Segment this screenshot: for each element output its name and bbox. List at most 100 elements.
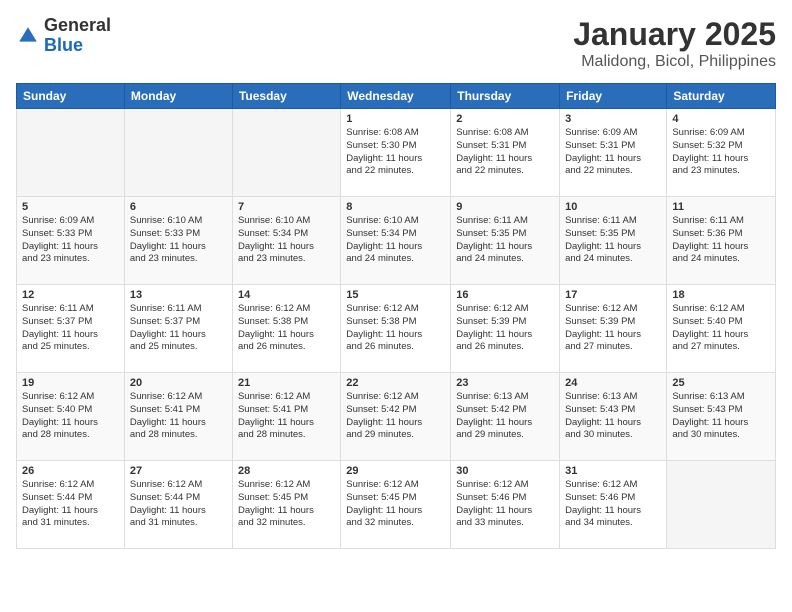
calendar-cell: 19 Sunrise: 6:12 AM Sunset: 5:40 PM Dayli…	[17, 373, 125, 461]
day-number: 25	[672, 377, 770, 389]
day-number: 29	[346, 465, 445, 477]
calendar-cell: 7 Sunrise: 6:10 AM Sunset: 5:34 PM Daylig…	[232, 197, 340, 285]
day-number: 10	[565, 201, 661, 213]
calendar-week-row: 19 Sunrise: 6:12 AM Sunset: 5:40 PM Dayli…	[17, 373, 776, 461]
calendar-cell: 23Sunrise: 6:13 AM Sunset: 5:42 PM Dayli…	[451, 373, 560, 461]
calendar-cell: 20Sunrise: 6:12 AM Sunset: 5:41 PM Dayli…	[124, 373, 232, 461]
day-number: 19	[22, 377, 119, 389]
weekday-header: Wednesday	[341, 84, 451, 109]
calendar-cell: 15 Sunrise: 6:12 AM Sunset: 5:38 PM Dayli…	[341, 285, 451, 373]
logo: General Blue	[16, 16, 111, 56]
title-block: January 2025 Malidong, Bicol, Philippine…	[573, 16, 776, 71]
day-info: Sunrise: 6:12 AM Sunset: 5:44 PM Dayligh…	[22, 479, 119, 530]
calendar-cell: 25 Sunrise: 6:13 AM Sunset: 5:43 PM Dayli…	[667, 373, 776, 461]
day-number: 9	[456, 201, 554, 213]
month-title: January 2025	[573, 16, 776, 53]
day-number: 4	[672, 113, 770, 125]
day-number: 8	[346, 201, 445, 213]
calendar-cell: 13Sunrise: 6:11 AM Sunset: 5:37 PM Dayli…	[124, 285, 232, 373]
calendar-cell: 4Sunrise: 6:09 AM Sunset: 5:32 PM Daylig…	[667, 109, 776, 197]
day-info: Sunrise: 6:12 AM Sunset: 5:41 PM Dayligh…	[238, 391, 335, 442]
calendar-cell: 9 Sunrise: 6:11 AM Sunset: 5:35 PM Daylig…	[451, 197, 560, 285]
calendar-cell: 21 Sunrise: 6:12 AM Sunset: 5:41 PM Dayli…	[232, 373, 340, 461]
day-number: 24	[565, 377, 661, 389]
calendar-cell: 11Sunrise: 6:11 AM Sunset: 5:36 PM Dayli…	[667, 197, 776, 285]
calendar-cell	[232, 109, 340, 197]
logo-text: General Blue	[44, 16, 111, 56]
weekday-header: Tuesday	[232, 84, 340, 109]
calendar-header-row: SundayMondayTuesdayWednesdayThursdayFrid…	[17, 84, 776, 109]
day-info: Sunrise: 6:11 AM Sunset: 5:35 PM Dayligh…	[456, 215, 554, 266]
day-info: Sunrise: 6:12 AM Sunset: 5:46 PM Dayligh…	[456, 479, 554, 530]
calendar-cell: 2Sunrise: 6:08 AM Sunset: 5:31 PM Daylig…	[451, 109, 560, 197]
day-number: 18	[672, 289, 770, 301]
day-info: Sunrise: 6:12 AM Sunset: 5:42 PM Dayligh…	[346, 391, 445, 442]
day-info: Sunrise: 6:09 AM Sunset: 5:31 PM Dayligh…	[565, 127, 661, 178]
day-number: 5	[22, 201, 119, 213]
day-info: Sunrise: 6:12 AM Sunset: 5:40 PM Dayligh…	[22, 391, 119, 442]
day-number: 17	[565, 289, 661, 301]
day-info: Sunrise: 6:10 AM Sunset: 5:34 PM Dayligh…	[346, 215, 445, 266]
day-info: Sunrise: 6:11 AM Sunset: 5:37 PM Dayligh…	[22, 303, 119, 354]
day-number: 13	[130, 289, 227, 301]
day-number: 28	[238, 465, 335, 477]
day-info: Sunrise: 6:12 AM Sunset: 5:38 PM Dayligh…	[346, 303, 445, 354]
day-number: 15	[346, 289, 445, 301]
day-info: Sunrise: 6:12 AM Sunset: 5:39 PM Dayligh…	[565, 303, 661, 354]
calendar-cell: 27 Sunrise: 6:12 AM Sunset: 5:44 PM Dayli…	[124, 461, 232, 549]
calendar-cell: 31 Sunrise: 6:12 AM Sunset: 5:46 PM Dayli…	[560, 461, 667, 549]
page-header: General Blue January 2025 Malidong, Bico…	[16, 16, 776, 71]
day-number: 12	[22, 289, 119, 301]
day-number: 7	[238, 201, 335, 213]
calendar-week-row: 12 Sunrise: 6:11 AM Sunset: 5:37 PM Dayli…	[17, 285, 776, 373]
calendar-cell: 6Sunrise: 6:10 AM Sunset: 5:33 PM Daylig…	[124, 197, 232, 285]
logo-icon	[16, 24, 40, 48]
calendar-cell	[17, 109, 125, 197]
calendar-table: SundayMondayTuesdayWednesdayThursdayFrid…	[16, 83, 776, 549]
day-number: 21	[238, 377, 335, 389]
calendar-week-row: 26Sunrise: 6:12 AM Sunset: 5:44 PM Dayli…	[17, 461, 776, 549]
day-number: 30	[456, 465, 554, 477]
day-number: 31	[565, 465, 661, 477]
calendar-cell: 5 Sunrise: 6:09 AM Sunset: 5:33 PM Daylig…	[17, 197, 125, 285]
day-info: Sunrise: 6:08 AM Sunset: 5:30 PM Dayligh…	[346, 127, 445, 178]
day-number: 1	[346, 113, 445, 125]
weekday-header: Thursday	[451, 84, 560, 109]
calendar-cell: 24Sunrise: 6:13 AM Sunset: 5:43 PM Dayli…	[560, 373, 667, 461]
weekday-header: Saturday	[667, 84, 776, 109]
day-info: Sunrise: 6:12 AM Sunset: 5:41 PM Dayligh…	[130, 391, 227, 442]
weekday-header: Monday	[124, 84, 232, 109]
day-number: 3	[565, 113, 661, 125]
day-number: 6	[130, 201, 227, 213]
calendar-week-row: 1 Sunrise: 6:08 AM Sunset: 5:30 PM Daylig…	[17, 109, 776, 197]
day-info: Sunrise: 6:12 AM Sunset: 5:45 PM Dayligh…	[238, 479, 335, 530]
calendar-cell: 12 Sunrise: 6:11 AM Sunset: 5:37 PM Dayli…	[17, 285, 125, 373]
location: Malidong, Bicol, Philippines	[573, 53, 776, 71]
day-info: Sunrise: 6:12 AM Sunset: 5:46 PM Dayligh…	[565, 479, 661, 530]
calendar-cell: 1 Sunrise: 6:08 AM Sunset: 5:30 PM Daylig…	[341, 109, 451, 197]
day-info: Sunrise: 6:08 AM Sunset: 5:31 PM Dayligh…	[456, 127, 554, 178]
calendar-cell: 18Sunrise: 6:12 AM Sunset: 5:40 PM Dayli…	[667, 285, 776, 373]
day-info: Sunrise: 6:12 AM Sunset: 5:45 PM Dayligh…	[346, 479, 445, 530]
weekday-header: Sunday	[17, 84, 125, 109]
day-number: 14	[238, 289, 335, 301]
day-number: 27	[130, 465, 227, 477]
day-info: Sunrise: 6:13 AM Sunset: 5:42 PM Dayligh…	[456, 391, 554, 442]
day-number: 16	[456, 289, 554, 301]
calendar-cell: 29 Sunrise: 6:12 AM Sunset: 5:45 PM Dayli…	[341, 461, 451, 549]
calendar-cell: 8 Sunrise: 6:10 AM Sunset: 5:34 PM Daylig…	[341, 197, 451, 285]
calendar-cell: 3 Sunrise: 6:09 AM Sunset: 5:31 PM Daylig…	[560, 109, 667, 197]
logo-blue: Blue	[44, 36, 111, 56]
day-info: Sunrise: 6:10 AM Sunset: 5:34 PM Dayligh…	[238, 215, 335, 266]
day-number: 22	[346, 377, 445, 389]
calendar-cell: 26Sunrise: 6:12 AM Sunset: 5:44 PM Dayli…	[17, 461, 125, 549]
calendar-cell	[667, 461, 776, 549]
day-info: Sunrise: 6:12 AM Sunset: 5:38 PM Dayligh…	[238, 303, 335, 354]
calendar-week-row: 5 Sunrise: 6:09 AM Sunset: 5:33 PM Daylig…	[17, 197, 776, 285]
day-info: Sunrise: 6:09 AM Sunset: 5:33 PM Dayligh…	[22, 215, 119, 266]
calendar-cell: 22 Sunrise: 6:12 AM Sunset: 5:42 PM Dayli…	[341, 373, 451, 461]
day-info: Sunrise: 6:13 AM Sunset: 5:43 PM Dayligh…	[672, 391, 770, 442]
weekday-header: Friday	[560, 84, 667, 109]
day-info: Sunrise: 6:12 AM Sunset: 5:44 PM Dayligh…	[130, 479, 227, 530]
calendar-cell: 16Sunrise: 6:12 AM Sunset: 5:39 PM Dayli…	[451, 285, 560, 373]
